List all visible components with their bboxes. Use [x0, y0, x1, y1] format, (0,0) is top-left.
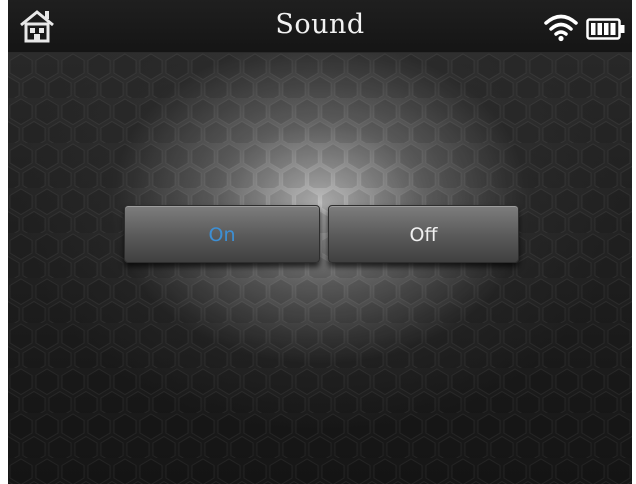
wifi-icon: [544, 14, 578, 42]
hexagon-background-pattern: [8, 53, 632, 484]
content-area: [8, 53, 632, 484]
battery-icon: [586, 18, 625, 40]
sound-off-button[interactable]: Off: [328, 205, 519, 263]
wifi-status: [544, 12, 578, 42]
page-title: Sound: [275, 9, 365, 40]
device-screen: Sound On Off: [8, 0, 632, 484]
sound-on-button[interactable]: On: [124, 205, 320, 263]
top-bar: Sound: [8, 0, 632, 53]
battery-status: [586, 18, 626, 40]
